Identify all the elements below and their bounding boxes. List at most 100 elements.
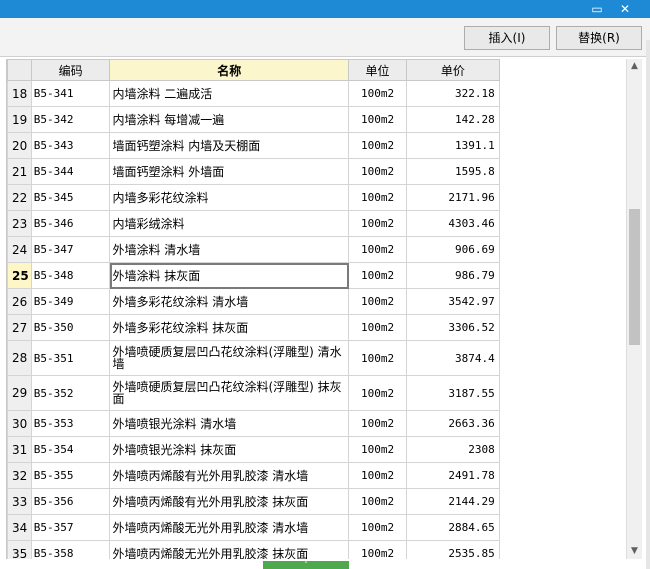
name-cell[interactable]: 外墙涂料 抹灰面 <box>109 262 350 289</box>
replace-button[interactable]: 替换(R) <box>556 26 642 50</box>
table-row[interactable]: 25 B5-348 外墙涂料 抹灰面 100m2 986.79 <box>7 262 626 289</box>
row-number[interactable]: 27 <box>7 314 32 341</box>
row-number[interactable]: 34 <box>7 514 32 541</box>
name-cell[interactable]: 外墙喷银光涂料 抹灰面 <box>109 436 350 463</box>
name-cell[interactable]: 外墙多彩花纹涂料 清水墙 <box>109 288 350 315</box>
code-column-header[interactable]: 编码 <box>30 59 111 81</box>
price-cell[interactable]: 2663.36 <box>405 410 500 437</box>
code-cell[interactable]: B5-341 <box>30 80 111 107</box>
price-cell[interactable]: 142.28 <box>405 106 500 133</box>
unit-cell[interactable]: 100m2 <box>348 106 407 133</box>
code-cell[interactable]: B5-356 <box>30 488 111 515</box>
unit-cell[interactable]: 100m2 <box>348 436 407 463</box>
price-cell[interactable]: 2535.85 <box>405 540 500 559</box>
code-cell[interactable]: B5-346 <box>30 210 111 237</box>
table-row[interactable]: 31 B5-354 外墙喷银光涂料 抹灰面 100m2 2308 <box>7 436 626 463</box>
price-cell[interactable]: 3874.4 <box>405 340 500 376</box>
table-row[interactable]: 34 B5-357 外墙喷丙烯酸无光外用乳胶漆 清水墙 100m2 2884.65 <box>7 514 626 541</box>
code-cell[interactable]: B5-343 <box>30 132 111 159</box>
code-cell[interactable]: B5-354 <box>30 436 111 463</box>
name-cell[interactable]: 内墙涂料 二遍成活 <box>109 80 350 107</box>
row-number[interactable]: 32 <box>7 462 32 489</box>
row-number[interactable]: 35 <box>7 540 32 559</box>
row-number[interactable]: 20 <box>7 132 32 159</box>
table-row[interactable]: 24 B5-347 外墙涂料 清水墙 100m2 906.69 <box>7 236 626 263</box>
table-row[interactable]: 32 B5-355 外墙喷丙烯酸有光外用乳胶漆 清水墙 100m2 2491.78 <box>7 462 626 489</box>
name-cell[interactable]: 外墙喷丙烯酸有光外用乳胶漆 抹灰面 <box>109 488 350 515</box>
row-number[interactable]: 33 <box>7 488 32 515</box>
table-row[interactable]: 30 B5-353 外墙喷银光涂料 清水墙 100m2 2663.36 <box>7 410 626 437</box>
name-cell[interactable]: 墙面钙塑涂料 内墙及天棚面 <box>109 132 350 159</box>
table-row[interactable]: 21 B5-344 墙面钙塑涂料 外墙面 100m2 1595.8 <box>7 158 626 185</box>
row-number[interactable]: 18 <box>7 80 32 107</box>
name-cell[interactable]: 外墙喷丙烯酸无光外用乳胶漆 清水墙 <box>109 514 350 541</box>
table-row[interactable]: 22 B5-345 内墙多彩花纹涂料 100m2 2171.96 <box>7 184 626 211</box>
table-row[interactable]: 27 B5-350 外墙多彩花纹涂料 抹灰面 100m2 3306.52 <box>7 314 626 341</box>
unit-cell[interactable]: 100m2 <box>348 80 407 107</box>
price-cell[interactable]: 2171.96 <box>405 184 500 211</box>
name-cell[interactable]: 内墙涂料 每增减一遍 <box>109 106 350 133</box>
unit-cell[interactable]: 100m2 <box>348 184 407 211</box>
name-cell[interactable]: 外墙喷丙烯酸无光外用乳胶漆 抹灰面 <box>109 540 350 559</box>
table-row[interactable]: 26 B5-349 外墙多彩花纹涂料 清水墙 100m2 3542.97 <box>7 288 626 315</box>
row-number[interactable]: 19 <box>7 106 32 133</box>
code-cell[interactable]: B5-352 <box>30 375 111 411</box>
code-cell[interactable]: B5-351 <box>30 340 111 376</box>
unit-cell[interactable]: 100m2 <box>348 132 407 159</box>
price-cell[interactable]: 2308 <box>405 436 500 463</box>
code-cell[interactable]: B5-342 <box>30 106 111 133</box>
name-column-header[interactable]: 名称 <box>109 59 350 81</box>
code-cell[interactable]: B5-349 <box>30 288 111 315</box>
unit-cell[interactable]: 100m2 <box>348 410 407 437</box>
code-cell[interactable]: B5-347 <box>30 236 111 263</box>
name-cell[interactable]: 外墙涂料 清水墙 <box>109 236 350 263</box>
row-number[interactable]: 31 <box>7 436 32 463</box>
unit-cell[interactable]: 100m2 <box>348 262 407 289</box>
price-cell[interactable]: 2884.65 <box>405 514 500 541</box>
table-row[interactable]: 18 B5-341 内墙涂料 二遍成活 100m2 322.18 <box>7 80 626 107</box>
price-cell[interactable]: 3306.52 <box>405 314 500 341</box>
unit-cell[interactable]: 100m2 <box>348 540 407 559</box>
scroll-up-icon[interactable]: ▲ <box>627 59 642 74</box>
close-icon[interactable]: ✕ <box>612 0 638 18</box>
name-cell[interactable]: 外墙喷硬质复层凹凸花纹涂料(浮雕型) 清水墙 <box>109 340 350 376</box>
code-cell[interactable]: B5-358 <box>30 540 111 559</box>
scroll-down-icon[interactable]: ▼ <box>627 544 642 559</box>
name-cell[interactable]: 外墙喷丙烯酸有光外用乳胶漆 清水墙 <box>109 462 350 489</box>
name-cell[interactable]: 外墙多彩花纹涂料 抹灰面 <box>109 314 350 341</box>
table-row[interactable]: 35 B5-358 外墙喷丙烯酸无光外用乳胶漆 抹灰面 100m2 2535.85 <box>7 540 626 559</box>
price-cell[interactable]: 2144.29 <box>405 488 500 515</box>
price-cell[interactable]: 322.18 <box>405 80 500 107</box>
row-number[interactable]: 21 <box>7 158 32 185</box>
name-cell[interactable]: 内墙多彩花纹涂料 <box>109 184 350 211</box>
price-cell[interactable]: 1391.1 <box>405 132 500 159</box>
code-cell[interactable]: B5-355 <box>30 462 111 489</box>
unit-cell[interactable]: 100m2 <box>348 514 407 541</box>
code-cell[interactable]: B5-348 <box>30 262 111 289</box>
unit-cell[interactable]: 100m2 <box>348 158 407 185</box>
price-column-header[interactable]: 单价 <box>405 59 500 81</box>
table-row[interactable]: 19 B5-342 内墙涂料 每增减一遍 100m2 142.28 <box>7 106 626 133</box>
row-number[interactable]: 28 <box>7 340 32 376</box>
name-cell[interactable]: 墙面钙塑涂料 外墙面 <box>109 158 350 185</box>
row-number[interactable]: 22 <box>7 184 32 211</box>
unit-cell[interactable]: 100m2 <box>348 288 407 315</box>
unit-column-header[interactable]: 单位 <box>348 59 407 81</box>
price-cell[interactable]: 1595.8 <box>405 158 500 185</box>
code-cell[interactable]: B5-350 <box>30 314 111 341</box>
price-cell[interactable]: 906.69 <box>405 236 500 263</box>
insert-button[interactable]: 插入(I) <box>464 26 550 50</box>
table-row[interactable]: 33 B5-356 外墙喷丙烯酸有光外用乳胶漆 抹灰面 100m2 2144.29 <box>7 488 626 515</box>
row-number[interactable]: 23 <box>7 210 32 237</box>
price-cell[interactable]: 3187.55 <box>405 375 500 411</box>
row-number[interactable]: 30 <box>7 410 32 437</box>
unit-cell[interactable]: 100m2 <box>348 314 407 341</box>
unit-cell[interactable]: 100m2 <box>348 210 407 237</box>
scroll-thumb[interactable] <box>629 209 640 345</box>
row-number[interactable]: 24 <box>7 236 32 263</box>
name-cell[interactable]: 内墙彩绒涂料 <box>109 210 350 237</box>
row-number[interactable]: 29 <box>7 375 32 411</box>
unit-cell[interactable]: 100m2 <box>348 340 407 376</box>
unit-cell[interactable]: 100m2 <box>348 462 407 489</box>
table-row[interactable]: 29 B5-352 外墙喷硬质复层凹凸花纹涂料(浮雕型) 抹灰面 100m2 3187.… <box>7 375 626 411</box>
